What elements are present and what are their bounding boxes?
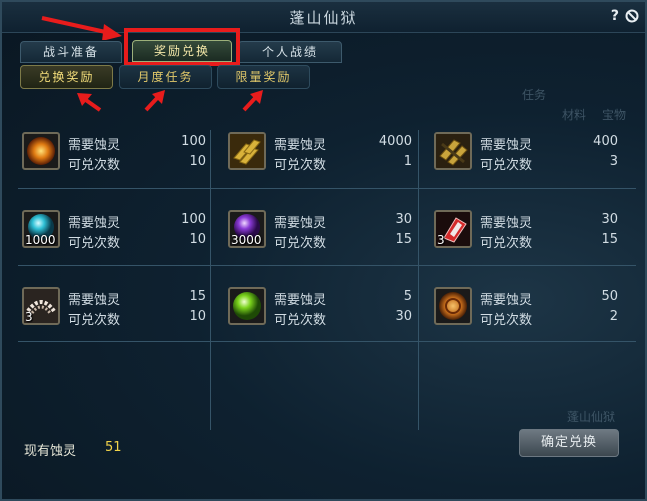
cost-value: 30 (601, 212, 618, 227)
count-label: 可兑次数 (480, 158, 533, 173)
tab-battle-prep[interactable]: 战斗准备 (20, 41, 122, 63)
cost-label: 需要蚀灵 (480, 293, 533, 308)
count-value: 10 (189, 309, 206, 324)
reward-item[interactable]: 需要蚀灵 5 可兑次数 30 (220, 277, 420, 339)
red-arrow-icon (77, 93, 102, 112)
reward-grid: 需要蚀灵 100 可兑次数 10 需要蚀灵 4000 可兑次数 1 需要蚀灵 4… (14, 122, 638, 442)
subtab-monthly-task[interactable]: 月度任务 (119, 65, 212, 89)
cost-label: 需要蚀灵 (274, 216, 327, 231)
cost-label: 需要蚀灵 (68, 293, 121, 308)
red-arrow-icon (242, 90, 263, 112)
count-label: 可兑次数 (68, 158, 121, 173)
cost-value: 5 (403, 289, 412, 304)
count-value: 1 (403, 154, 412, 169)
cost-value: 30 (395, 212, 412, 227)
cost-value: 100 (181, 134, 206, 149)
bronze-coin-icon[interactable] (434, 287, 472, 325)
grid-divider (18, 341, 636, 342)
background-text: 宝物 (602, 108, 627, 122)
help-icon[interactable]: ? (611, 8, 619, 24)
cost-label: 需要蚀灵 (68, 138, 121, 153)
red-crystal-icon[interactable]: 3 (434, 210, 472, 248)
subtab-exchange-reward[interactable]: 兑换奖励 (20, 65, 113, 89)
reward-exchange-window: 任务 材料 宝物 蓬山仙狱 蓬山仙狱 ? 战斗准备 奖励兑换 个人战绩 兑换奖励… (0, 0, 647, 501)
item-quantity: 1000 (25, 233, 56, 247)
red-arrow-icon (144, 90, 165, 112)
reward-item[interactable]: 3 需要蚀灵 15 可兑次数 10 (14, 277, 214, 339)
item-quantity: 3 (25, 310, 33, 324)
count-label: 可兑次数 (274, 236, 327, 251)
item-quantity: 3 (437, 233, 445, 247)
gold-scroll-icon[interactable] (434, 132, 472, 170)
count-value: 10 (189, 232, 206, 247)
count-label: 可兑次数 (274, 158, 327, 173)
gold-bars-icon[interactable] (228, 132, 266, 170)
count-value: 15 (395, 232, 412, 247)
cost-value: 400 (593, 134, 618, 149)
count-label: 可兑次数 (68, 236, 121, 251)
grid-divider (18, 188, 636, 189)
reward-item[interactable]: 需要蚀灵 100 可兑次数 10 (14, 122, 214, 184)
tab-personal-record[interactable]: 个人战绩 (238, 41, 342, 63)
count-value: 3 (609, 154, 618, 169)
cost-label: 需要蚀灵 (68, 216, 121, 231)
background-text: 材料 (562, 108, 587, 122)
cost-value: 15 (189, 289, 206, 304)
purple-orb-icon[interactable]: 3000 (228, 210, 266, 248)
grid-divider (18, 265, 636, 266)
cost-label: 需要蚀灵 (274, 138, 327, 153)
close-icon[interactable] (625, 9, 639, 23)
cost-label: 需要蚀灵 (480, 138, 533, 153)
cost-label: 需要蚀灵 (274, 293, 327, 308)
cost-value: 100 (181, 212, 206, 227)
count-value: 10 (189, 154, 206, 169)
reward-item[interactable]: 1000 需要蚀灵 100 可兑次数 10 (14, 200, 214, 262)
count-value: 2 (609, 309, 618, 324)
cost-label: 需要蚀灵 (480, 216, 533, 231)
currency-label: 现有蚀灵 (24, 444, 77, 459)
background-text: 任务 (522, 88, 547, 102)
red-arrow-icon (41, 16, 122, 40)
reward-item[interactable]: 3 需要蚀灵 30 可兑次数 15 (426, 200, 626, 262)
highlight-box (124, 28, 240, 66)
pearl-necklace-icon[interactable]: 3 (22, 287, 60, 325)
cyan-orb-icon[interactable]: 1000 (22, 210, 60, 248)
reward-item[interactable]: 3000 需要蚀灵 30 可兑次数 15 (220, 200, 420, 262)
count-label: 可兑次数 (274, 313, 327, 328)
count-label: 可兑次数 (480, 236, 533, 251)
currency-value: 51 (105, 440, 122, 455)
count-label: 可兑次数 (480, 313, 533, 328)
cost-value: 4000 (378, 134, 412, 149)
item-quantity: 3000 (231, 233, 262, 247)
count-value: 15 (601, 232, 618, 247)
cost-value: 50 (601, 289, 618, 304)
reward-item[interactable]: 需要蚀灵 4000 可兑次数 1 (220, 122, 420, 184)
count-label: 可兑次数 (68, 313, 121, 328)
reward-item[interactable]: 需要蚀灵 50 可兑次数 2 (426, 277, 626, 339)
count-value: 30 (395, 309, 412, 324)
green-orb-icon[interactable] (228, 287, 266, 325)
reward-item[interactable]: 需要蚀灵 400 可兑次数 3 (426, 122, 626, 184)
confirm-exchange-button[interactable]: 确定兑换 (519, 429, 619, 457)
subtab-limited-reward[interactable]: 限量奖励 (217, 65, 310, 89)
fire-orb-icon[interactable] (22, 132, 60, 170)
